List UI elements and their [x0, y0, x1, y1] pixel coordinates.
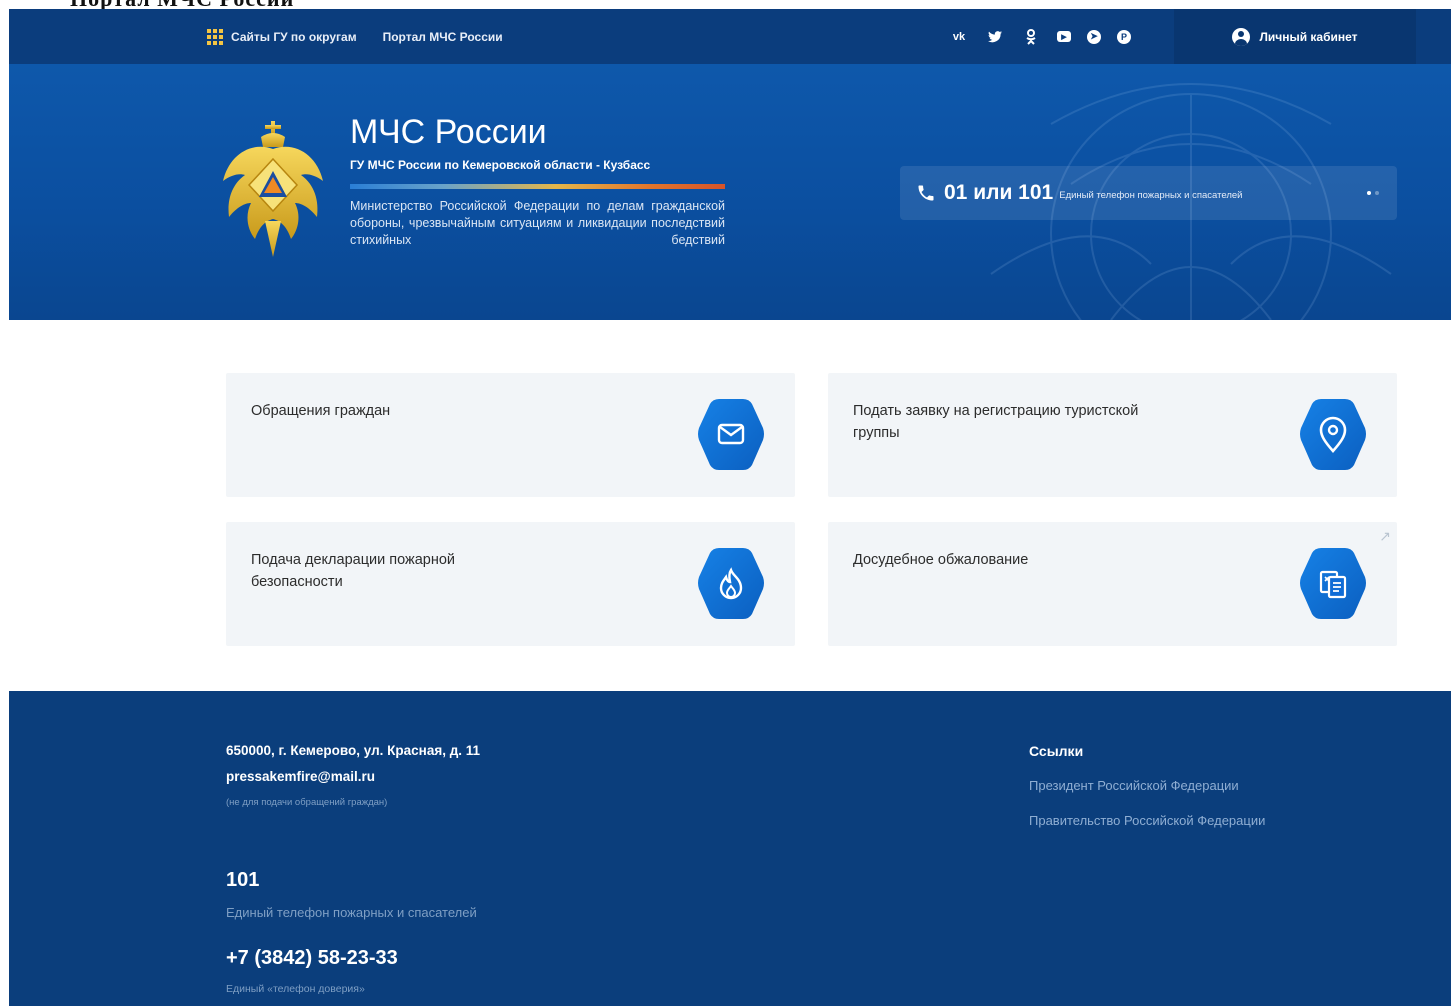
footer-email-link[interactable]: pressakemfire@mail.ru: [226, 769, 375, 784]
service-card-label: Досудебное обжалование: [853, 552, 1029, 568]
service-card-appeals[interactable]: Обращения граждан: [226, 373, 795, 497]
vk-icon[interactable]: vk: [949, 27, 969, 47]
portal-link[interactable]: Портал МЧС России: [383, 30, 503, 44]
hotline-label: Единый телефон пожарных и спасателей: [1059, 190, 1243, 201]
carousel-dots[interactable]: [1367, 191, 1379, 195]
external-link-icon: ↗: [1379, 528, 1391, 544]
site-subtitle: ГУ МЧС России по Кемеровской области - К…: [350, 158, 651, 172]
footer: 650000, г. Кемерово, ул. Красная, д. 11 …: [9, 691, 1451, 1006]
service-card-label: Подача декларации пожарной безопасности: [251, 552, 455, 590]
hero-header: МЧС России ГУ МЧС России по Кемеровской …: [9, 64, 1451, 320]
odnoklassniki-icon[interactable]: [1021, 27, 1041, 47]
twitter-icon[interactable]: [985, 27, 1005, 47]
footer-links-title: Ссылки: [1029, 743, 1084, 759]
map-pin-icon: [1300, 399, 1366, 470]
service-card-pretrial-appeal[interactable]: ↗ Досудебное обжалование: [828, 522, 1397, 646]
hotline-number: 01 или 101: [944, 181, 1054, 204]
service-card-label: Обращения граждан: [251, 403, 391, 419]
mchs-emblem-icon: [223, 121, 323, 257]
portal-link-label: Портал МЧС России: [382, 29, 503, 44]
services-section: Обращения граждан Подать заявку на регис…: [9, 320, 1451, 691]
page: Сайты ГУ по округам Портал МЧС России vk…: [9, 9, 1451, 1006]
footer-link-president[interactable]: Президент Российской Федерации: [1029, 778, 1239, 793]
footer-address: 650000, г. Кемерово, ул. Красная, д. 11: [226, 743, 481, 758]
districts-link[interactable]: Сайты ГУ по округам: [207, 28, 357, 45]
youtube-icon[interactable]: ▶: [1057, 31, 1071, 42]
document-icon: [1300, 548, 1366, 619]
service-card-label: Подать заявку на регистрацию туристской …: [853, 403, 1139, 441]
cropped-heading-text: Портал МЧС России: [70, 0, 294, 9]
carousel-dot[interactable]: [1375, 191, 1379, 195]
hotline-banner[interactable]: 01 или 101 Единый телефон пожарных и спа…: [900, 166, 1397, 220]
brand-block: МЧС России ГУ МЧС России по Кемеровской …: [350, 112, 725, 249]
phone-icon: [918, 185, 934, 201]
personal-cabinet-button[interactable]: Личный кабинет: [1174, 9, 1416, 64]
top-cropped-strip: Портал МЧС России: [0, 0, 1451, 9]
fire-icon: [698, 548, 764, 619]
service-card-tourist-group[interactable]: Подать заявку на регистрацию туристской …: [828, 373, 1397, 497]
pinterest-icon[interactable]: P: [1117, 29, 1131, 44]
districts-link-label: Сайты ГУ по округам: [231, 29, 357, 44]
top-navbar: Сайты ГУ по округам Портал МЧС России vk…: [9, 9, 1451, 64]
footer-emergency-phone[interactable]: 101: [226, 869, 259, 892]
personal-cabinet-label: Личный кабинет: [1259, 29, 1358, 44]
user-icon: [1232, 27, 1251, 46]
ministry-description: Министерство Российской Федерации по дел…: [350, 199, 725, 247]
footer-email-note: (не для подачи обращений граждан): [226, 797, 388, 808]
mail-icon: [698, 399, 764, 470]
brand-gradient-divider: [350, 184, 725, 189]
carousel-dot-active[interactable]: [1367, 191, 1371, 195]
service-card-fire-declaration[interactable]: Подача декларации пожарной безопасности: [226, 522, 795, 646]
footer-trust-phone[interactable]: +7 (3842) 58-23-33: [226, 947, 398, 970]
footer-trust-caption: Единый «телефон доверия»: [226, 983, 365, 995]
footer-link-government[interactable]: Правительство Российской Федерации: [1029, 813, 1265, 828]
telegram-icon[interactable]: ➤: [1087, 29, 1101, 44]
social-links: vk ▶ ➤ P: [949, 9, 1131, 64]
grid-menu-icon: [207, 28, 223, 45]
site-title: МЧС России: [350, 113, 547, 151]
footer-emergency-caption: Единый телефон пожарных и спасателей: [226, 905, 477, 920]
